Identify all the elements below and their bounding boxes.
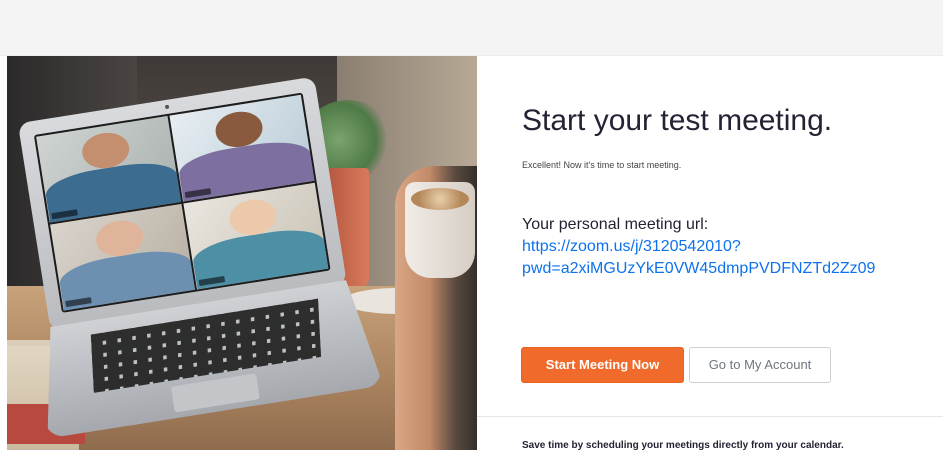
test-meeting-panel: Start your test meeting. Excellent! Now … <box>477 56 943 450</box>
meeting-url-line-2: pwd=a2xiMGUzYkE0VW45dmpPVDFNZTd2Zz09 <box>522 260 876 277</box>
coffee-cup-top <box>411 188 469 210</box>
page-title: Start your test meeting. <box>522 104 833 137</box>
video-tile <box>183 182 329 290</box>
section-divider <box>477 416 943 417</box>
start-meeting-button[interactable]: Start Meeting Now <box>521 347 684 383</box>
hero-illustration <box>7 56 477 450</box>
page-subtitle: Excellent! Now it's time to start meetin… <box>522 160 682 170</box>
meeting-url-link[interactable]: https://zoom.us/j/3120542010? pwd=a2xiMG… <box>522 236 932 280</box>
go-to-account-button[interactable]: Go to My Account <box>689 347 831 383</box>
meeting-url-label: Your personal meeting url: <box>522 216 709 233</box>
video-tile <box>50 203 196 311</box>
top-header-bar <box>0 0 943 56</box>
video-call-screen <box>33 92 331 313</box>
webcam-icon <box>164 104 170 110</box>
laptop <box>7 73 384 442</box>
calendar-scheduling-note: Save time by scheduling your meetings di… <box>522 440 844 450</box>
meeting-url-line-1: https://zoom.us/j/3120542010? <box>522 238 741 255</box>
